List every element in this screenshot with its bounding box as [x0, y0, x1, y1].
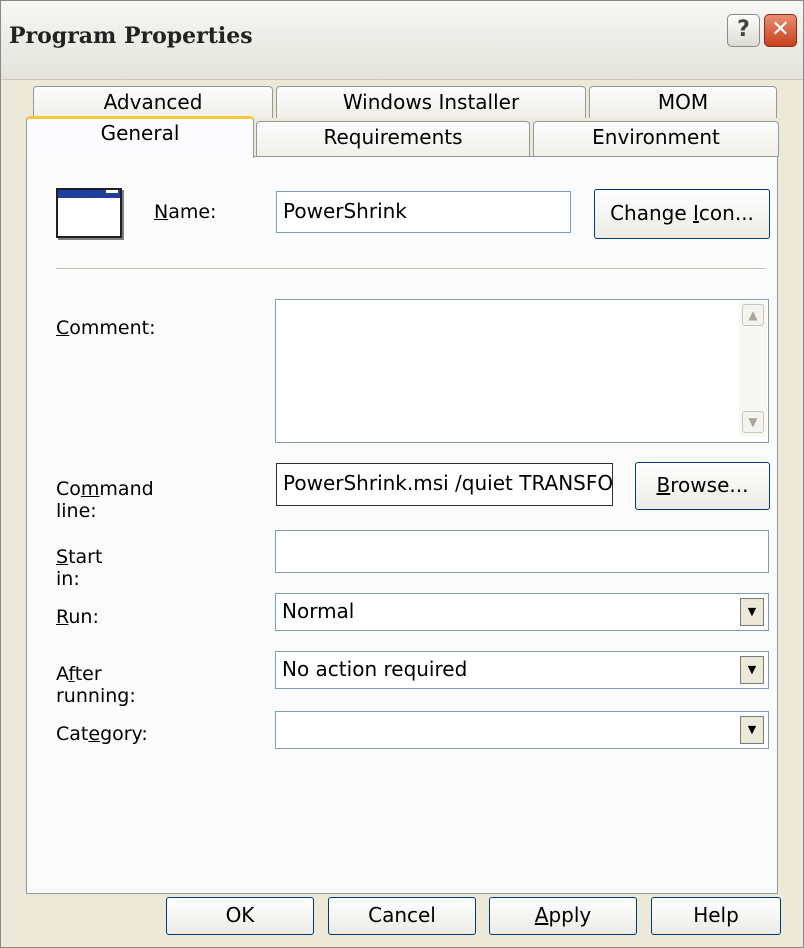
- separator: [56, 268, 766, 270]
- name-field[interactable]: PowerShrink: [276, 191, 571, 233]
- after-running-label: After running:: [56, 663, 136, 707]
- tab-advanced[interactable]: Advanced: [33, 86, 273, 118]
- scroll-up-icon[interactable]: ▲: [742, 304, 764, 326]
- category-label: Category:: [56, 723, 148, 745]
- title-bar[interactable]: Program Properties ? ✕: [1, 1, 803, 80]
- window-title: Program Properties: [9, 23, 253, 49]
- browse-button[interactable]: Browse...: [635, 462, 770, 510]
- run-label: Run:: [56, 606, 99, 628]
- comment-label: Comment:: [56, 317, 156, 339]
- window-icon-dots: [106, 190, 118, 193]
- tab-requirements[interactable]: Requirements: [256, 121, 530, 157]
- run-dropdown-arrow-icon[interactable]: ▼: [740, 598, 764, 626]
- help-icon[interactable]: ?: [727, 14, 760, 47]
- start-in-label: Start in:: [56, 546, 103, 590]
- tab-environment[interactable]: Environment: [533, 121, 779, 157]
- category-select[interactable]: ▼: [275, 711, 769, 749]
- command-line-label: Command line:: [56, 478, 154, 522]
- general-tab-panel: [26, 156, 778, 894]
- tab-general[interactable]: General: [26, 116, 254, 158]
- apply-button[interactable]: Apply: [489, 897, 637, 935]
- name-label: Name:: [154, 201, 217, 223]
- program-properties-dialog: Program Properties ? ✕ Advanced Windows …: [0, 0, 804, 948]
- ok-button[interactable]: OK: [166, 897, 314, 935]
- close-icon[interactable]: ✕: [764, 14, 797, 47]
- after-running-select[interactable]: No action required ▼: [275, 651, 769, 689]
- start-in-field[interactable]: [275, 530, 769, 573]
- window-icon: [56, 188, 122, 238]
- scroll-down-icon[interactable]: ▼: [742, 411, 764, 433]
- tab-mom[interactable]: MOM: [589, 86, 777, 118]
- tab-windows-installer[interactable]: Windows Installer: [276, 86, 586, 118]
- change-icon-button[interactable]: Change Icon...: [594, 189, 770, 239]
- comment-field[interactable]: ▲ ▼: [275, 299, 769, 443]
- command-line-field[interactable]: PowerShrink.msi /quiet TRANSFO: [276, 463, 613, 506]
- run-select[interactable]: Normal ▼: [275, 593, 769, 631]
- comment-scrollbar[interactable]: ▲ ▼: [739, 301, 767, 437]
- help-button[interactable]: Help: [651, 897, 781, 935]
- after-running-dropdown-arrow-icon[interactable]: ▼: [740, 656, 764, 684]
- cancel-button[interactable]: Cancel: [328, 897, 476, 935]
- category-dropdown-arrow-icon[interactable]: ▼: [740, 716, 764, 744]
